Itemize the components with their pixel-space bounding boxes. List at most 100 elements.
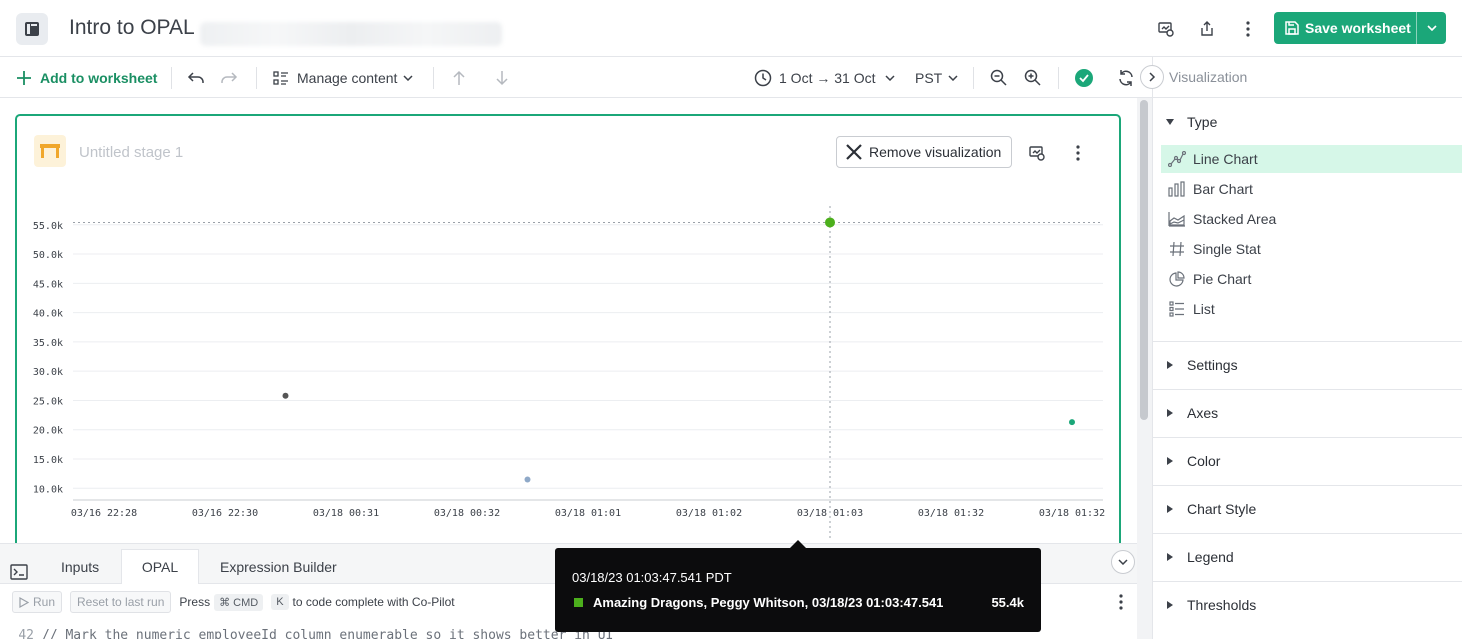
- clock-icon: [754, 69, 772, 87]
- type-option-pie-chart[interactable]: Pie Chart: [1161, 265, 1462, 293]
- y-tick-label: 35.0k: [33, 338, 63, 349]
- triangle-down-icon: [1153, 118, 1187, 126]
- section-settings[interactable]: Settings: [1153, 341, 1462, 389]
- x-tick-label: 03/18 01:02: [676, 508, 742, 519]
- x-tick-label: 03/18 01:32: [918, 508, 984, 519]
- hint-key-k: K: [271, 594, 289, 610]
- tab-inputs[interactable]: Inputs: [48, 549, 112, 584]
- tab-opal[interactable]: OPAL: [121, 549, 199, 584]
- move-up-icon[interactable]: [451, 57, 467, 98]
- x-tick-label: 03/18 01:32: [1039, 508, 1105, 519]
- time-range-picker[interactable]: 1 Oct → 31 Oct: [754, 57, 896, 98]
- triangle-right-icon: [1153, 408, 1187, 418]
- y-tick-label: 40.0k: [33, 309, 63, 320]
- tab-expression-builder[interactable]: Expression Builder: [208, 549, 349, 584]
- chevron-down-icon: [403, 74, 413, 81]
- editor-more-menu-icon[interactable]: [1118, 593, 1124, 611]
- type-section-header[interactable]: Type: [1153, 98, 1462, 146]
- type-option-label: List: [1193, 301, 1215, 317]
- manage-content-dropdown[interactable]: Manage content: [273, 57, 413, 98]
- zoom-out-icon[interactable]: [990, 57, 1007, 98]
- type-option-line-chart[interactable]: Line Chart: [1161, 145, 1462, 173]
- undo-icon[interactable]: [187, 57, 205, 98]
- y-tick-label: 55.0k: [33, 221, 63, 232]
- data-point: [1069, 419, 1075, 426]
- type-option-stacked-area[interactable]: Stacked Area: [1161, 205, 1462, 233]
- add-to-worksheet-label: Add to worksheet: [40, 69, 158, 86]
- worksheet-icon[interactable]: [16, 13, 48, 45]
- move-down-icon[interactable]: [494, 57, 510, 98]
- worksheet-title[interactable]: Intro to OPAL: [69, 16, 195, 40]
- y-tick-label: 45.0k: [33, 279, 63, 290]
- app-root: Intro to OPAL Save worksheet Add to work…: [0, 0, 1462, 639]
- collapse-panel-chevron-right-icon[interactable]: [1140, 65, 1164, 89]
- data-point: [282, 392, 289, 399]
- visualization-panel: Type Line Chart Bar Chart Stacked Area Sing…: [1152, 98, 1462, 639]
- collapse-editor-chevron-down-icon[interactable]: [1111, 550, 1135, 574]
- data-point: [524, 476, 531, 483]
- y-tick-label: 50.0k: [33, 250, 63, 261]
- y-tick-label: 30.0k: [33, 367, 63, 378]
- monitor-settings-icon[interactable]: [1155, 18, 1177, 40]
- type-option-label: Line Chart: [1193, 151, 1258, 167]
- canvas-scrollbar[interactable]: [1137, 98, 1152, 639]
- line-chart[interactable]: 55.0k 50.0k 45.0k 40.0k 35.0k 30.0k 25.0k 20.0k…: [17, 116, 1119, 556]
- y-tick-label: 15.0k: [33, 455, 63, 466]
- save-icon: [1284, 20, 1300, 39]
- manage-content-icon: [273, 70, 289, 86]
- x-tick-label: 03/16 22:28: [71, 508, 137, 519]
- reset-to-last-run-button[interactable]: Reset to last run: [70, 591, 172, 613]
- run-label: Run: [33, 595, 56, 609]
- type-option-bar-chart[interactable]: Bar Chart: [1161, 175, 1462, 203]
- hint-press: Press: [179, 595, 211, 609]
- tooltip-series-label: Amazing Dragons, Peggy Whitson, 03/18/23…: [593, 595, 944, 610]
- timezone-picker[interactable]: PST: [915, 57, 958, 98]
- hint-copilot: to code complete with Co-Pilot: [292, 595, 455, 609]
- type-option-single-stat[interactable]: Single Stat: [1161, 235, 1462, 263]
- visualization-title: Visualization: [1169, 69, 1248, 85]
- type-section-label: Type: [1187, 114, 1218, 130]
- section-label: Axes: [1187, 405, 1219, 421]
- manage-content-label: Manage content: [297, 69, 398, 86]
- section-legend[interactable]: Legend: [1153, 533, 1462, 581]
- scrollbar-thumb[interactable]: [1140, 100, 1148, 420]
- blurred-breadcrumb: [200, 22, 502, 46]
- chevron-down-icon: [948, 74, 958, 81]
- save-options-chevron-icon[interactable]: [1416, 12, 1446, 44]
- section-color[interactable]: Color: [1153, 437, 1462, 485]
- refresh-icon[interactable]: [1117, 57, 1135, 98]
- share-icon[interactable]: [1196, 18, 1218, 40]
- run-button[interactable]: Run: [12, 591, 63, 613]
- save-worksheet-button[interactable]: Save worksheet: [1274, 12, 1446, 44]
- y-tick-label: 25.0k: [33, 396, 63, 407]
- code-editor-line[interactable]: 42 // Mark the numeric employeeId column …: [0, 628, 613, 639]
- hint-key-cmd: ⌘ CMD: [214, 593, 264, 611]
- section-label: Settings: [1187, 357, 1238, 373]
- list-icon: [1161, 301, 1193, 317]
- zoom-in-icon[interactable]: [1024, 57, 1041, 98]
- x-tick-label: 03/18 00:31: [313, 508, 379, 519]
- worksheet-canvas: Untitled stage 1 Remove visualization 55…: [0, 98, 1152, 554]
- section-label: Chart Style: [1187, 501, 1257, 517]
- type-option-list[interactable]: List: [1161, 295, 1462, 323]
- visualization-panel-header: Visualization: [1152, 57, 1462, 98]
- line-number: 42: [18, 628, 34, 639]
- redo-icon[interactable]: [220, 57, 238, 98]
- type-option-label: Stacked Area: [1193, 211, 1277, 227]
- more-menu-icon[interactable]: [1237, 18, 1259, 40]
- stacked-area-icon: [1161, 211, 1193, 227]
- section-axes[interactable]: Axes: [1153, 389, 1462, 437]
- worksheet-toolbar: Add to worksheet Manage content 1 Oct → …: [0, 57, 1152, 98]
- line-chart-icon: [1161, 151, 1193, 167]
- triangle-right-icon: [1153, 360, 1187, 370]
- stage-card[interactable]: Untitled stage 1 Remove visualization 55…: [15, 114, 1121, 554]
- section-chart-style[interactable]: Chart Style: [1153, 485, 1462, 533]
- chevron-down-icon: [885, 74, 896, 81]
- title-bar: Intro to OPAL Save worksheet: [0, 0, 1462, 57]
- section-thresholds[interactable]: Thresholds: [1153, 581, 1462, 629]
- code-text: // Mark the numeric employeeId column en…: [42, 628, 614, 639]
- triangle-right-icon: [1153, 552, 1187, 562]
- toolbar-divider: [1058, 67, 1059, 89]
- time-range-label: 1 Oct → 31 Oct: [779, 69, 876, 86]
- add-to-worksheet-button[interactable]: Add to worksheet: [16, 57, 157, 98]
